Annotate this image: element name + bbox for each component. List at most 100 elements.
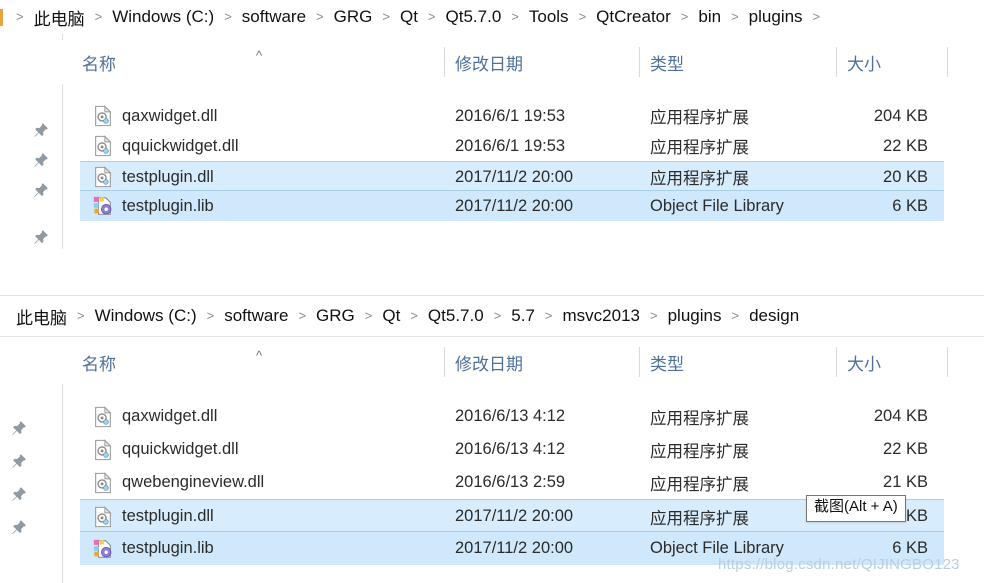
breadcrumb-segment-windows-c[interactable]: Windows (C:) [93, 306, 199, 326]
column-header-type[interactable]: 类型 [640, 40, 836, 84]
breadcrumb-segment-plugins[interactable]: plugins [666, 306, 724, 326]
breadcrumb-segment-grg[interactable]: GRG [332, 7, 375, 27]
file-name[interactable]: qquickwidget.dll [80, 131, 444, 161]
breadcrumb-leading-separator: > [16, 8, 24, 24]
breadcrumb-separator[interactable]: > [723, 308, 747, 323]
column-header-size-label: 大小 [847, 54, 881, 74]
pushpin-icon [34, 230, 48, 244]
breadcrumb-separator[interactable]: > [642, 308, 666, 323]
breadcrumb-segment-software[interactable]: software [240, 7, 308, 27]
breadcrumb-segment-qt570[interactable]: Qt5.7.0 [426, 306, 486, 326]
file-name[interactable]: qaxwidget.dll [80, 101, 444, 131]
breadcrumb-segment-software[interactable]: software [222, 306, 290, 326]
breadcrumb-segment-qt[interactable]: Qt [398, 7, 420, 27]
table-row[interactable]: qaxwidget.dll 2016/6/1 19:53 应用程序扩展 204 … [80, 101, 944, 131]
breadcrumb-separator[interactable]: > [805, 9, 829, 24]
file-size: 22 KB [883, 440, 928, 458]
breadcrumb-separator[interactable]: > [420, 9, 444, 24]
pushpin-icon [12, 520, 26, 534]
breadcrumb-segment-grg[interactable]: GRG [314, 306, 357, 326]
column-divider[interactable] [947, 347, 948, 377]
file-name[interactable]: testplugin.lib [80, 532, 444, 565]
breadcrumb-separator[interactable]: > [537, 308, 561, 323]
breadcrumb-top[interactable]: > 此电脑 > Windows (C:) > software > GRG > … [0, 0, 984, 34]
address-accent-bar [0, 8, 3, 26]
column-header-row-bottom: ^ 名称 修改日期 类型 大小 [0, 340, 984, 384]
pushpin-icon [34, 153, 48, 167]
column-header-name[interactable]: 名称 [72, 40, 444, 84]
breadcrumb-segment-designer[interactable]: design [747, 306, 801, 326]
breadcrumb-segment-windows-c[interactable]: Windows (C:) [110, 7, 216, 27]
file-name[interactable]: testplugin.dll [80, 500, 444, 533]
column-header-date[interactable]: 修改日期 [445, 40, 639, 84]
file-name[interactable]: testplugin.lib [80, 191, 444, 221]
breadcrumb-separator[interactable]: > [673, 9, 697, 24]
column-divider[interactable] [947, 47, 948, 77]
explorer-panel-top: > 此电脑 > Windows (C:) > software > GRG > … [0, 0, 984, 249]
breadcrumb-separator[interactable]: > [87, 9, 111, 24]
column-header-name[interactable]: 名称 [72, 340, 444, 384]
column-header-size[interactable]: 大小 [837, 340, 947, 384]
table-row-selected[interactable]: testplugin.dll 2017/11/2 20:00 应用程序扩展 20… [80, 161, 944, 191]
table-row[interactable]: qquickwidget.dll 2016/6/1 19:53 应用程序扩展 2… [80, 131, 944, 161]
breadcrumb-separator[interactable]: > [308, 9, 332, 24]
breadcrumb-segment-bin[interactable]: bin [696, 7, 723, 27]
column-header-name-label: 名称 [82, 354, 116, 374]
column-header-row-top: ^ 名称 修改日期 类型 大小 [0, 40, 984, 84]
breadcrumb-separator[interactable]: > [357, 308, 381, 323]
breadcrumb-segment-qtcreator[interactable]: QtCreator [594, 7, 673, 27]
file-name[interactable]: qaxwidget.dll [80, 400, 444, 433]
column-header-date[interactable]: 修改日期 [445, 340, 639, 384]
file-size: 20 KB [883, 167, 928, 186]
file-date: 2016/6/1 19:53 [455, 136, 566, 155]
file-date: 2017/11/2 20:00 [455, 196, 574, 215]
breadcrumb-separator[interactable]: > [199, 308, 223, 323]
file-name[interactable]: testplugin.dll [80, 162, 444, 192]
file-type: Object File Library [650, 196, 784, 215]
breadcrumb-separator[interactable]: > [503, 9, 527, 24]
breadcrumb-segment-msvc2013[interactable]: msvc2013 [561, 306, 642, 326]
breadcrumb-segment-plugins[interactable]: plugins [747, 7, 805, 27]
breadcrumb-separator[interactable]: > [402, 308, 426, 323]
breadcrumb-separator[interactable]: > [374, 9, 398, 24]
pushpin-icon [12, 421, 26, 435]
breadcrumb-separator[interactable]: > [486, 308, 510, 323]
file-date: 2017/11/2 20:00 [455, 167, 574, 186]
file-type: 应用程序扩展 [650, 409, 749, 428]
table-row[interactable]: qaxwidget.dll 2016/6/13 4:12 应用程序扩展 204 … [80, 400, 944, 433]
breadcrumb-segment-tools[interactable]: Tools [527, 7, 571, 27]
breadcrumb-segment-qt[interactable]: Qt [380, 306, 402, 326]
screenshot-tooltip: 截图(Alt + A) [806, 495, 906, 522]
breadcrumb-segment-57[interactable]: 5.7 [509, 306, 537, 326]
column-header-name-label: 名称 [82, 54, 116, 74]
file-name[interactable]: qwebengineview.dll [80, 466, 444, 499]
file-type: 应用程序扩展 [650, 109, 749, 127]
file-list-top[interactable]: qaxwidget.dll 2016/6/1 19:53 应用程序扩展 204 … [80, 101, 944, 221]
file-size: 22 KB [883, 136, 928, 155]
file-date: 2016/6/13 4:12 [455, 407, 566, 425]
breadcrumb-bottom[interactable]: 此电脑 > Windows (C:) > software > GRG > Qt… [0, 295, 984, 337]
file-date: 2017/11/2 20:00 [455, 507, 574, 525]
file-date: 2016/6/1 19:53 [455, 106, 566, 125]
breadcrumb-separator[interactable]: > [290, 308, 314, 323]
column-header-size[interactable]: 大小 [837, 40, 947, 84]
file-date: 2017/11/2 20:00 [455, 539, 574, 557]
breadcrumb-segment-qt570[interactable]: Qt5.7.0 [444, 7, 504, 27]
file-name[interactable]: qquickwidget.dll [80, 433, 444, 466]
pushpin-icon [34, 183, 48, 197]
breadcrumb-separator[interactable]: > [216, 9, 240, 24]
file-type: 应用程序扩展 [650, 139, 749, 157]
breadcrumb-segment-this-pc[interactable]: 此电脑 [14, 304, 69, 329]
breadcrumb-separator[interactable]: > [723, 9, 747, 24]
column-header-date-label: 修改日期 [455, 54, 523, 74]
table-row[interactable]: qquickwidget.dll 2016/6/13 4:12 应用程序扩展 2… [80, 433, 944, 466]
column-header-type[interactable]: 类型 [640, 340, 836, 384]
file-list-bottom[interactable]: qaxwidget.dll 2016/6/13 4:12 应用程序扩展 204 … [80, 400, 944, 565]
pushpin-icon [12, 487, 26, 501]
table-row-selected[interactable]: testplugin.lib 2017/11/2 20:00 Object Fi… [80, 191, 944, 221]
breadcrumb-segment-this-pc[interactable]: 此电脑 [32, 5, 87, 30]
breadcrumb-separator[interactable]: > [69, 308, 93, 323]
pushpin-icon [34, 123, 48, 137]
file-size: 204 KB [873, 106, 928, 125]
breadcrumb-separator[interactable]: > [571, 9, 595, 24]
